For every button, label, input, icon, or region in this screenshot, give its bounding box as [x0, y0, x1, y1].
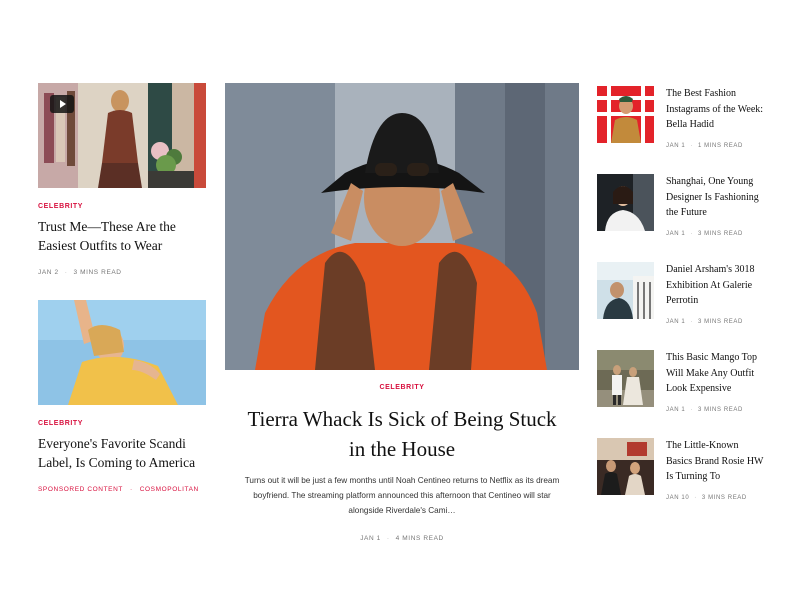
read-time: 3 mins read [697, 406, 743, 413]
list-item: This Basic Mango Top Will Make Any Outfi… [597, 350, 772, 438]
article-date: Jan 1 [666, 406, 686, 413]
featured-excerpt: Turns out it will be just a few months u… [244, 476, 560, 515]
article-meta: Jan 1 · 3 mins read [666, 230, 743, 237]
article-title[interactable]: Daniel Arsham's 3018 Exhibition At Galer… [666, 262, 766, 309]
article-date: Jan 1 [360, 535, 381, 542]
hero-image[interactable] [225, 83, 579, 370]
article-title[interactable]: Shanghai, One Young Designer Is Fashioni… [666, 174, 766, 221]
category-label[interactable]: Celebrity [225, 384, 579, 391]
article-title[interactable]: Everyone's Favorite Scandi Label, Is Com… [38, 434, 206, 472]
sponsored-meta: Sponsored Content · Cosmopolitan [38, 486, 199, 493]
article-title[interactable]: Trust Me—These Are the Easiest Outfits t… [38, 217, 206, 255]
read-time: 3 mins read [701, 494, 747, 501]
article-title[interactable]: The Little-Known Basics Brand Rosie HW I… [666, 438, 766, 485]
list-item: Shanghai, One Young Designer Is Fashioni… [597, 174, 772, 262]
read-time: 3 mins read [73, 269, 122, 276]
article-date: Jan 1 [666, 142, 686, 149]
play-icon[interactable] [50, 95, 74, 113]
article-thumbnail[interactable] [597, 350, 654, 407]
sponsor-link[interactable]: Cosmopolitan [140, 486, 199, 493]
featured-article: Celebrity Tierra Whack Is Sick of Being … [225, 83, 579, 542]
article-meta: Jan 1 · 3 mins read [666, 406, 743, 413]
read-time: 1 mins read [697, 142, 743, 149]
left-column: Celebrity Trust Me—These Are the Easiest… [38, 83, 206, 493]
article-meta: Jan 2 · 3 mins read [38, 269, 122, 276]
article-card: Celebrity Everyone's Favorite Scandi Lab… [38, 300, 206, 493]
category-label[interactable]: Celebrity [38, 203, 206, 210]
featured-title[interactable]: Tierra Whack Is Sick of Being Stuck in t… [225, 404, 579, 464]
article-card: Celebrity Trust Me—These Are the Easiest… [38, 83, 206, 276]
article-thumbnail[interactable] [597, 174, 654, 231]
read-time: 3 mins read [697, 318, 743, 325]
article-date: Jan 1 [666, 318, 686, 325]
article-title[interactable]: The Best Fashion Instagrams of the Week:… [666, 86, 766, 133]
article-image[interactable] [38, 300, 206, 405]
list-item: The Little-Known Basics Brand Rosie HW I… [597, 438, 772, 526]
article-meta: Jan 10 · 3 mins read [666, 494, 747, 501]
article-meta: Jan 1 · 3 mins read [666, 318, 743, 325]
article-meta: Jan 1 · 1 mins read [666, 142, 743, 149]
list-item: The Best Fashion Instagrams of the Week:… [597, 86, 772, 174]
sponsored-label: Sponsored Content [38, 486, 123, 493]
sidebar-article-list: The Best Fashion Instagrams of the Week:… [597, 86, 772, 526]
article-image[interactable] [38, 83, 206, 188]
article-meta: Jan 1 · 4 mins read [360, 535, 444, 542]
list-item: Daniel Arsham's 3018 Exhibition At Galer… [597, 262, 772, 350]
article-date: Jan 2 [38, 269, 59, 276]
category-label[interactable]: Celebrity [38, 420, 206, 427]
article-date: Jan 1 [666, 230, 686, 237]
article-thumbnail[interactable] [597, 86, 654, 143]
article-thumbnail[interactable] [597, 438, 654, 495]
read-time: 4 mins read [395, 535, 444, 542]
article-date: Jan 10 [666, 494, 690, 501]
read-time: 3 mins read [697, 230, 743, 237]
article-title[interactable]: This Basic Mango Top Will Make Any Outfi… [666, 350, 766, 397]
article-thumbnail[interactable] [597, 262, 654, 319]
